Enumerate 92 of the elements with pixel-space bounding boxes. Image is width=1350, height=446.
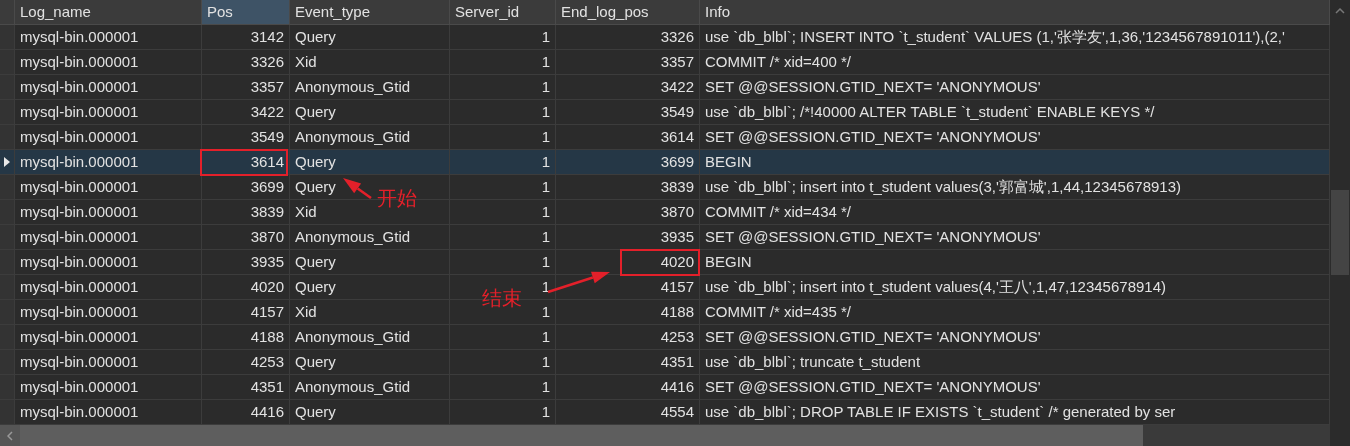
table-cell: 3839 xyxy=(202,200,290,225)
table-cell: SET @@SESSION.GTID_NEXT= 'ANONYMOUS' xyxy=(700,325,1330,350)
table-cell: 1 xyxy=(450,375,556,400)
table-cell: 4188 xyxy=(556,300,700,325)
table-cell: 1 xyxy=(450,325,556,350)
table-cell: 3870 xyxy=(556,200,700,225)
table-cell: SET @@SESSION.GTID_NEXT= 'ANONYMOUS' xyxy=(700,225,1330,250)
table-cell: 4351 xyxy=(556,350,700,375)
table-cell: BEGIN xyxy=(700,250,1330,275)
table-cell: 3326 xyxy=(202,50,290,75)
table-cell: mysql-bin.000001 xyxy=(15,325,202,350)
table-cell: 3422 xyxy=(202,100,290,125)
table-cell: Xid xyxy=(290,300,450,325)
table-cell: 3699 xyxy=(556,150,700,175)
table-cell: Anonymous_Gtid xyxy=(290,225,450,250)
table-cell: Query xyxy=(290,150,450,175)
column-header[interactable]: Event_type xyxy=(290,0,450,25)
column-header[interactable]: End_log_pos xyxy=(556,0,700,25)
table-cell: 1 xyxy=(450,100,556,125)
table-cell: 3870 xyxy=(202,225,290,250)
table-cell: 4020 xyxy=(202,275,290,300)
table-cell: 1 xyxy=(450,150,556,175)
table-cell: use `db_blbl`; insert into t_student values(4,'王八',1,47,12345678914) xyxy=(700,275,1330,300)
table-cell: 4188 xyxy=(202,325,290,350)
table-cell: 3549 xyxy=(202,125,290,150)
table-cell: use `db_blbl`; INSERT INTO `t_student` VALUES (1,'张学友',1,36,'1234567891011'),(2,' xyxy=(700,25,1330,50)
scroll-left-icon[interactable] xyxy=(0,425,20,446)
table-cell: 3326 xyxy=(556,25,700,50)
table-cell: 3357 xyxy=(556,50,700,75)
table-cell: mysql-bin.000001 xyxy=(15,175,202,200)
table-cell: mysql-bin.000001 xyxy=(15,100,202,125)
table-cell: 1 xyxy=(450,25,556,50)
table-cell: Query xyxy=(290,350,450,375)
table-cell: COMMIT /* xid=435 */ xyxy=(700,300,1330,325)
table-cell: use `db_blbl`; /*!40000 ALTER TABLE `t_student` ENABLE KEYS */ xyxy=(700,100,1330,125)
table-cell: use `db_blbl`; truncate t_student xyxy=(700,350,1330,375)
table-cell: 1 xyxy=(450,225,556,250)
table-cell: mysql-bin.000001 xyxy=(15,350,202,375)
table-cell: mysql-bin.000001 xyxy=(15,300,202,325)
table-cell: COMMIT /* xid=434 */ xyxy=(700,200,1330,225)
arrow xyxy=(343,178,372,199)
scroll-thumb[interactable] xyxy=(1331,190,1349,275)
table-cell: 4157 xyxy=(202,300,290,325)
scroll-up-icon[interactable] xyxy=(1335,8,1345,14)
table-cell: Anonymous_Gtid xyxy=(290,325,450,350)
row-pointer-icon xyxy=(4,157,10,167)
table-cell: mysql-bin.000001 xyxy=(15,75,202,100)
table-cell: Anonymous_Gtid xyxy=(290,375,450,400)
table-cell: Query xyxy=(290,25,450,50)
table-cell: 3357 xyxy=(202,75,290,100)
column-header[interactable]: Log_name xyxy=(15,0,202,25)
table-cell: BEGIN xyxy=(700,150,1330,175)
table-cell: mysql-bin.000001 xyxy=(15,375,202,400)
table-cell: 1 xyxy=(450,250,556,275)
table-cell: SET @@SESSION.GTID_NEXT= 'ANONYMOUS' xyxy=(700,75,1330,100)
table-cell: 1 xyxy=(450,75,556,100)
table-cell: 4253 xyxy=(202,350,290,375)
corner-cell xyxy=(0,0,15,25)
table-cell: mysql-bin.000001 xyxy=(15,200,202,225)
table-cell: 3549 xyxy=(556,100,700,125)
table-cell: mysql-bin.000001 xyxy=(15,275,202,300)
table-cell: COMMIT /* xid=400 */ xyxy=(700,50,1330,75)
table-cell: 1 xyxy=(450,350,556,375)
table-cell: mysql-bin.000001 xyxy=(15,250,202,275)
table-cell: 3839 xyxy=(556,175,700,200)
table-cell: Query xyxy=(290,100,450,125)
table-cell: use `db_blbl`; insert into t_student values(3,'郭富城',1,44,12345678913) xyxy=(700,175,1330,200)
table-cell: mysql-bin.000001 xyxy=(15,225,202,250)
table-cell: 4351 xyxy=(202,375,290,400)
table-cell: Query xyxy=(290,275,450,300)
table-cell: Anonymous_Gtid xyxy=(290,75,450,100)
table-cell: mysql-bin.000001 xyxy=(15,150,202,175)
column-header[interactable]: Info xyxy=(700,0,1330,25)
table-cell: 4253 xyxy=(556,325,700,350)
column-header[interactable]: Pos xyxy=(202,0,290,25)
table-cell: 3699 xyxy=(202,175,290,200)
table-cell: 1 xyxy=(450,200,556,225)
table-cell: SET @@SESSION.GTID_NEXT= 'ANONYMOUS' xyxy=(700,375,1330,400)
table-cell: 3422 xyxy=(556,75,700,100)
table-cell: 1 xyxy=(450,175,556,200)
table-cell: Xid xyxy=(290,50,450,75)
row-header[interactable] xyxy=(0,150,15,175)
table-cell: Query xyxy=(290,250,450,275)
column-header[interactable]: Server_id xyxy=(450,0,556,25)
table-cell: 3142 xyxy=(202,25,290,50)
table-cell: 3935 xyxy=(556,225,700,250)
arrow xyxy=(547,271,610,294)
table-cell: mysql-bin.000001 xyxy=(15,25,202,50)
table-cell: mysql-bin.000001 xyxy=(15,50,202,75)
table-cell: 1 xyxy=(450,50,556,75)
table-cell: 3935 xyxy=(202,250,290,275)
table-cell: 4416 xyxy=(556,375,700,400)
